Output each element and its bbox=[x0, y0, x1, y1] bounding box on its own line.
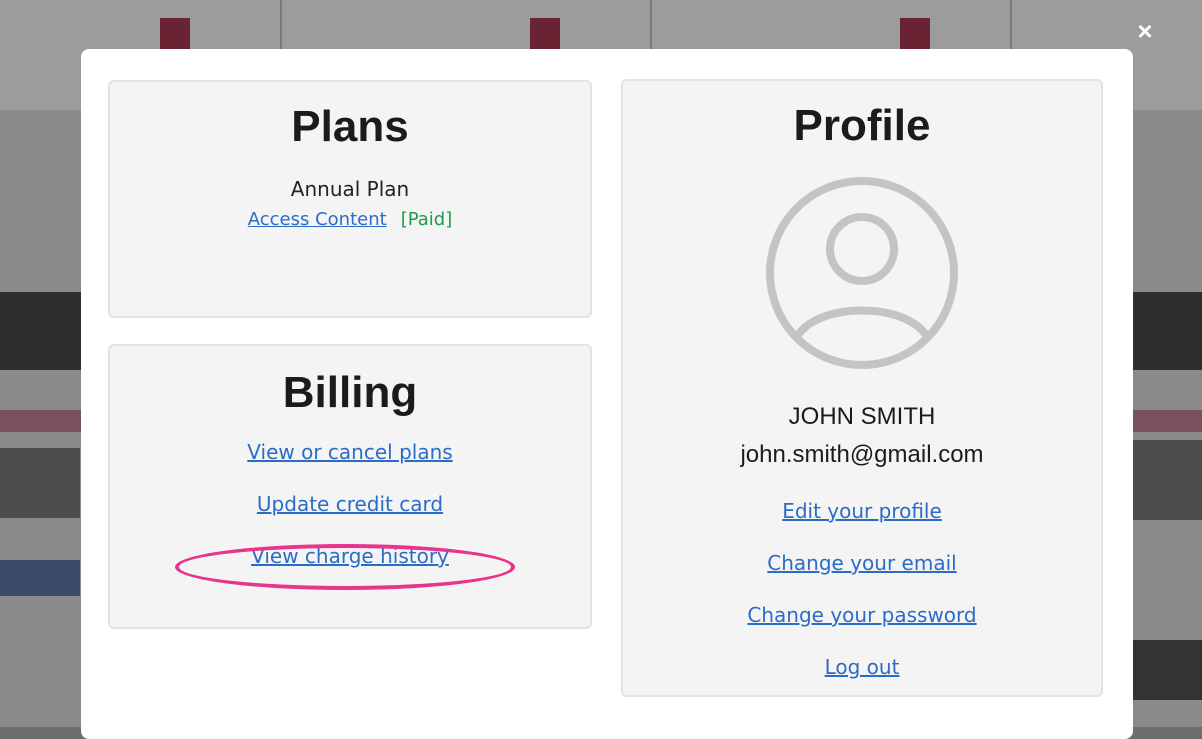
view-charge-history-link[interactable]: View charge history bbox=[110, 544, 590, 568]
plan-row: Access Content [Paid] bbox=[110, 209, 590, 230]
access-content-link[interactable]: Access Content bbox=[248, 209, 387, 230]
update-credit-card-link[interactable]: Update credit card bbox=[110, 492, 590, 516]
profile-name: JOHN SMITH bbox=[788, 403, 936, 430]
background-block bbox=[1133, 640, 1202, 700]
plans-title: Plans bbox=[291, 102, 409, 151]
log-out-link[interactable]: Log out bbox=[623, 655, 1101, 679]
profile-card: Profile JOHN SMITH john.smith@gmail.com … bbox=[621, 79, 1103, 697]
billing-title: Billing bbox=[282, 368, 418, 417]
edit-profile-link[interactable]: Edit your profile bbox=[623, 499, 1101, 523]
profile-title: Profile bbox=[793, 101, 931, 150]
billing-links: View or cancel plans Update credit card … bbox=[110, 440, 590, 568]
background-block bbox=[1133, 440, 1202, 520]
plan-name: Annual Plan bbox=[290, 177, 410, 201]
billing-card: Billing View or cancel plans Update cred… bbox=[108, 344, 592, 629]
change-password-link[interactable]: Change your password bbox=[623, 603, 1101, 627]
avatar bbox=[764, 175, 960, 371]
change-email-link[interactable]: Change your email bbox=[623, 551, 1101, 575]
view-cancel-plans-link[interactable]: View or cancel plans bbox=[110, 440, 590, 464]
user-icon bbox=[766, 177, 958, 369]
account-modal: Plans Annual Plan Access Content [Paid] B… bbox=[81, 49, 1133, 739]
background-block bbox=[0, 448, 80, 518]
close-button[interactable]: × bbox=[1132, 18, 1158, 44]
plan-status-badge: [Paid] bbox=[400, 209, 453, 230]
profile-links: Edit your profile Change your email Chan… bbox=[623, 499, 1101, 679]
background-block bbox=[0, 560, 80, 596]
profile-email: john.smith@gmail.com bbox=[740, 441, 984, 468]
plans-card: Plans Annual Plan Access Content [Paid] bbox=[108, 80, 592, 318]
